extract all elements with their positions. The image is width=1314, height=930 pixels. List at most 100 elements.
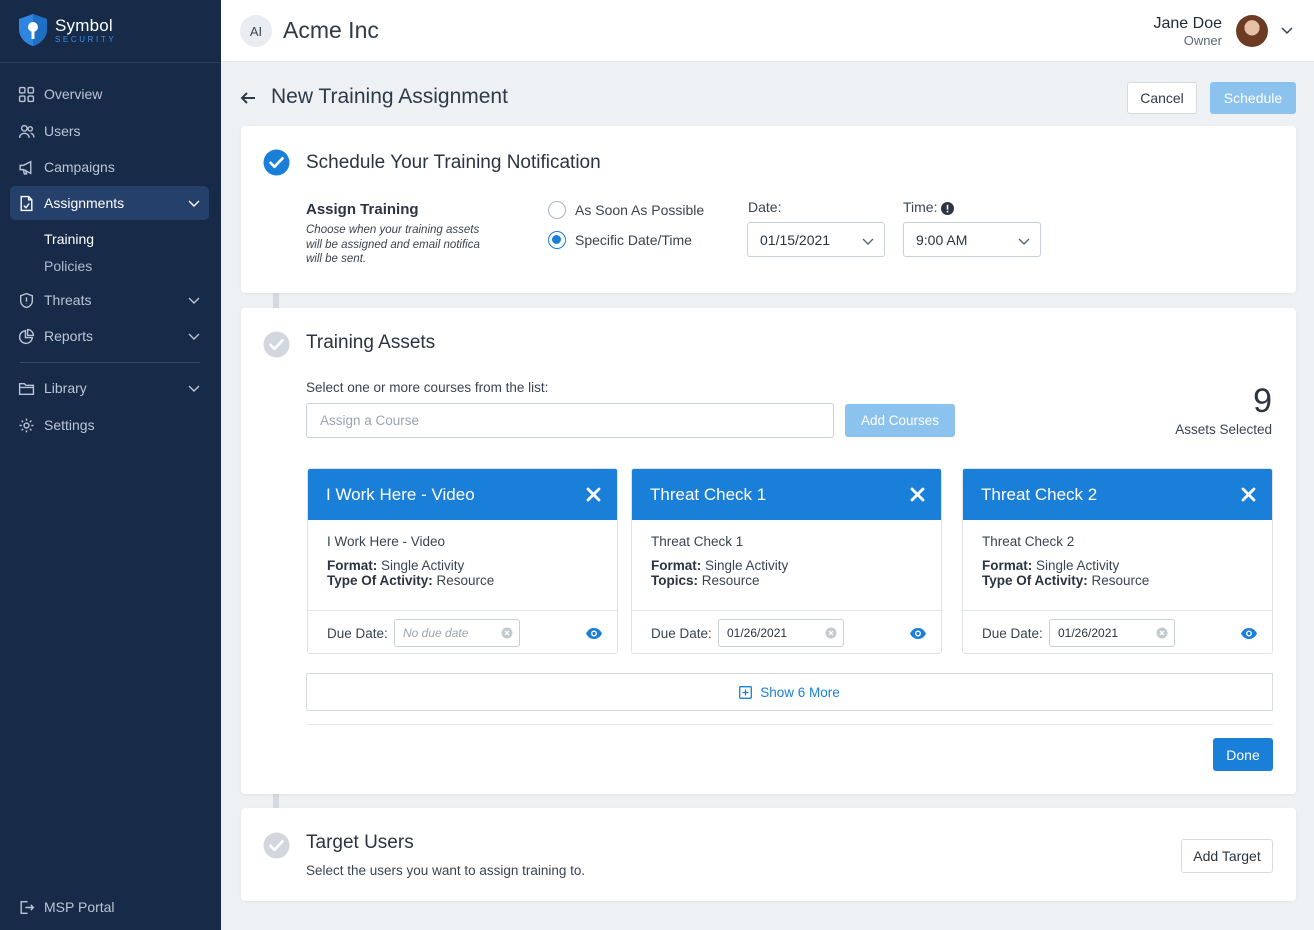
sidebar-item-users[interactable]: Users (10, 114, 209, 148)
course-field-key: Topics: (651, 573, 698, 588)
due-date-input[interactable]: 01/26/2021 (718, 619, 844, 647)
back-arrow-icon[interactable] (238, 88, 258, 108)
sidebar-item-label: Assignments (44, 195, 125, 211)
sidebar-item-campaigns[interactable]: Campaigns (10, 150, 209, 184)
info-icon[interactable] (941, 202, 954, 215)
page-title: New Training Assignment (271, 85, 508, 108)
due-date-input[interactable]: No due date (394, 619, 520, 647)
course-title: Threat Check 2 (981, 484, 1098, 504)
cancel-button[interactable]: Cancel (1127, 82, 1197, 114)
clear-icon[interactable] (1156, 627, 1168, 639)
check-circle-icon (263, 832, 290, 859)
course-card-header: Threat Check 2 (963, 469, 1272, 520)
schedule-button[interactable]: Schedule (1210, 82, 1296, 114)
sidebar-subitem-policies[interactable]: Policies (44, 258, 92, 274)
eye-icon[interactable] (909, 627, 927, 640)
due-date-label: Due Date: (982, 625, 1043, 641)
course-title: Threat Check 1 (650, 484, 767, 504)
chevron-down-icon[interactable] (187, 196, 201, 210)
date-select[interactable]: 01/15/2021 (747, 222, 885, 257)
sidebar-item-overview[interactable]: Overview (10, 77, 209, 111)
sidebar: Symbol SECURITY Overview Users Campaigns… (0, 0, 221, 930)
sidebar-subitem-training[interactable]: Training (44, 231, 94, 247)
course-card-footer: Due Date: 01/26/2021 (632, 610, 941, 653)
user-name[interactable]: Jane Doe (1154, 15, 1223, 33)
eye-icon[interactable] (1240, 627, 1258, 640)
step-connector (273, 293, 279, 308)
course-field-key: Format: (982, 557, 1033, 573)
avatar[interactable] (1236, 15, 1268, 47)
course-name: Threat Check 1 (651, 534, 744, 549)
brand-logo[interactable]: Symbol SECURITY (17, 13, 116, 47)
sidebar-item-label: Campaigns (44, 159, 115, 175)
sidebar-item-assignments[interactable]: Assignments (10, 186, 209, 220)
radio-asap[interactable]: As Soon As Possible (548, 201, 704, 219)
brand-name: Symbol (55, 15, 113, 35)
check-circle-icon (263, 149, 290, 176)
exit-icon (20, 900, 35, 914)
org-avatar[interactable]: AI (240, 15, 272, 47)
chevron-down-icon[interactable] (187, 381, 201, 395)
section-title: Training Assets (306, 332, 436, 353)
course-field-key: Format: (327, 557, 378, 573)
plus-square-icon (739, 685, 753, 699)
course-card-body: Threat Check 1 Format: Single Activity T… (632, 520, 941, 610)
assign-training-description: Choose when your training assets will be… (306, 224, 480, 265)
course-field-key: Type Of Activity: (982, 573, 1088, 588)
assets-selected-count: 9 (1253, 382, 1272, 420)
sidebar-item-label: Threats (44, 292, 92, 308)
shield-logo-icon (19, 14, 47, 46)
grid-icon (18, 86, 35, 102)
course-title: I Work Here - Video (326, 484, 475, 504)
close-icon[interactable] (910, 487, 925, 502)
course-card-footer: Due Date: 01/26/2021 (963, 610, 1272, 653)
clear-icon[interactable] (825, 627, 837, 639)
pie-chart-icon (18, 328, 35, 344)
eye-icon[interactable] (585, 627, 603, 640)
done-button[interactable]: Done (1213, 738, 1273, 771)
sidebar-item-settings[interactable]: Settings (10, 408, 209, 442)
close-icon[interactable] (1241, 487, 1256, 502)
clear-icon[interactable] (501, 627, 513, 639)
time-select[interactable]: 9:00 AM (903, 222, 1041, 257)
shield-icon (19, 292, 34, 308)
radio-button[interactable] (548, 201, 566, 219)
schedule-section: Schedule Your Training Notification Assi… (241, 126, 1296, 293)
course-card: Threat Check 2 Threat Check 2 Format: Si… (962, 468, 1273, 654)
sidebar-item-reports[interactable]: Reports (10, 319, 209, 353)
chevron-down-icon[interactable] (187, 293, 201, 307)
course-field-value: Single Activity (1036, 557, 1120, 573)
chevron-down-icon[interactable] (1280, 23, 1294, 37)
due-date-value: 01/26/2021 (1058, 626, 1119, 640)
course-field-value: Resource (436, 573, 495, 588)
target-users-description: Select the users you want to assign trai… (306, 863, 586, 878)
add-courses-button[interactable]: Add Courses (845, 404, 955, 437)
course-field-key: Format: (651, 557, 702, 573)
course-card-footer: Due Date: No due date (308, 610, 617, 653)
sidebar-item-library[interactable]: Library (10, 371, 209, 405)
folder-icon (18, 382, 35, 395)
radio-specific-date[interactable]: Specific Date/Time (548, 231, 692, 249)
assign-training-label: Assign Training (306, 201, 419, 218)
course-field-key: Type Of Activity: (327, 573, 433, 588)
training-assets-section: Training Assets Select one or more cours… (241, 308, 1296, 794)
due-date-label: Due Date: (327, 625, 388, 641)
show-more-button[interactable]: Show 6 More (306, 673, 1273, 711)
due-date-input[interactable]: 01/26/2021 (1049, 619, 1175, 647)
add-target-button[interactable]: Add Target (1181, 839, 1273, 873)
course-field-value: Single Activity (381, 557, 465, 573)
course-field-value: Resource (701, 573, 760, 588)
radio-button-selected[interactable] (548, 231, 566, 249)
course-search-input[interactable]: Assign a Course (306, 403, 834, 438)
chevron-down-icon[interactable] (187, 329, 201, 343)
sidebar-item-msp-portal[interactable]: MSP Portal (10, 890, 209, 924)
sidebar-footer-label: MSP Portal (44, 899, 115, 915)
users-icon (18, 124, 35, 138)
course-card-body: Threat Check 2 Format: Single Activity T… (963, 520, 1272, 610)
user-role: Owner (1183, 33, 1222, 48)
sidebar-item-threats[interactable]: Threats (10, 283, 209, 317)
course-field-value: Single Activity (705, 557, 789, 573)
course-name: Threat Check 2 (982, 534, 1075, 549)
close-icon[interactable] (586, 487, 601, 502)
sidebar-item-label: Overview (44, 86, 103, 102)
